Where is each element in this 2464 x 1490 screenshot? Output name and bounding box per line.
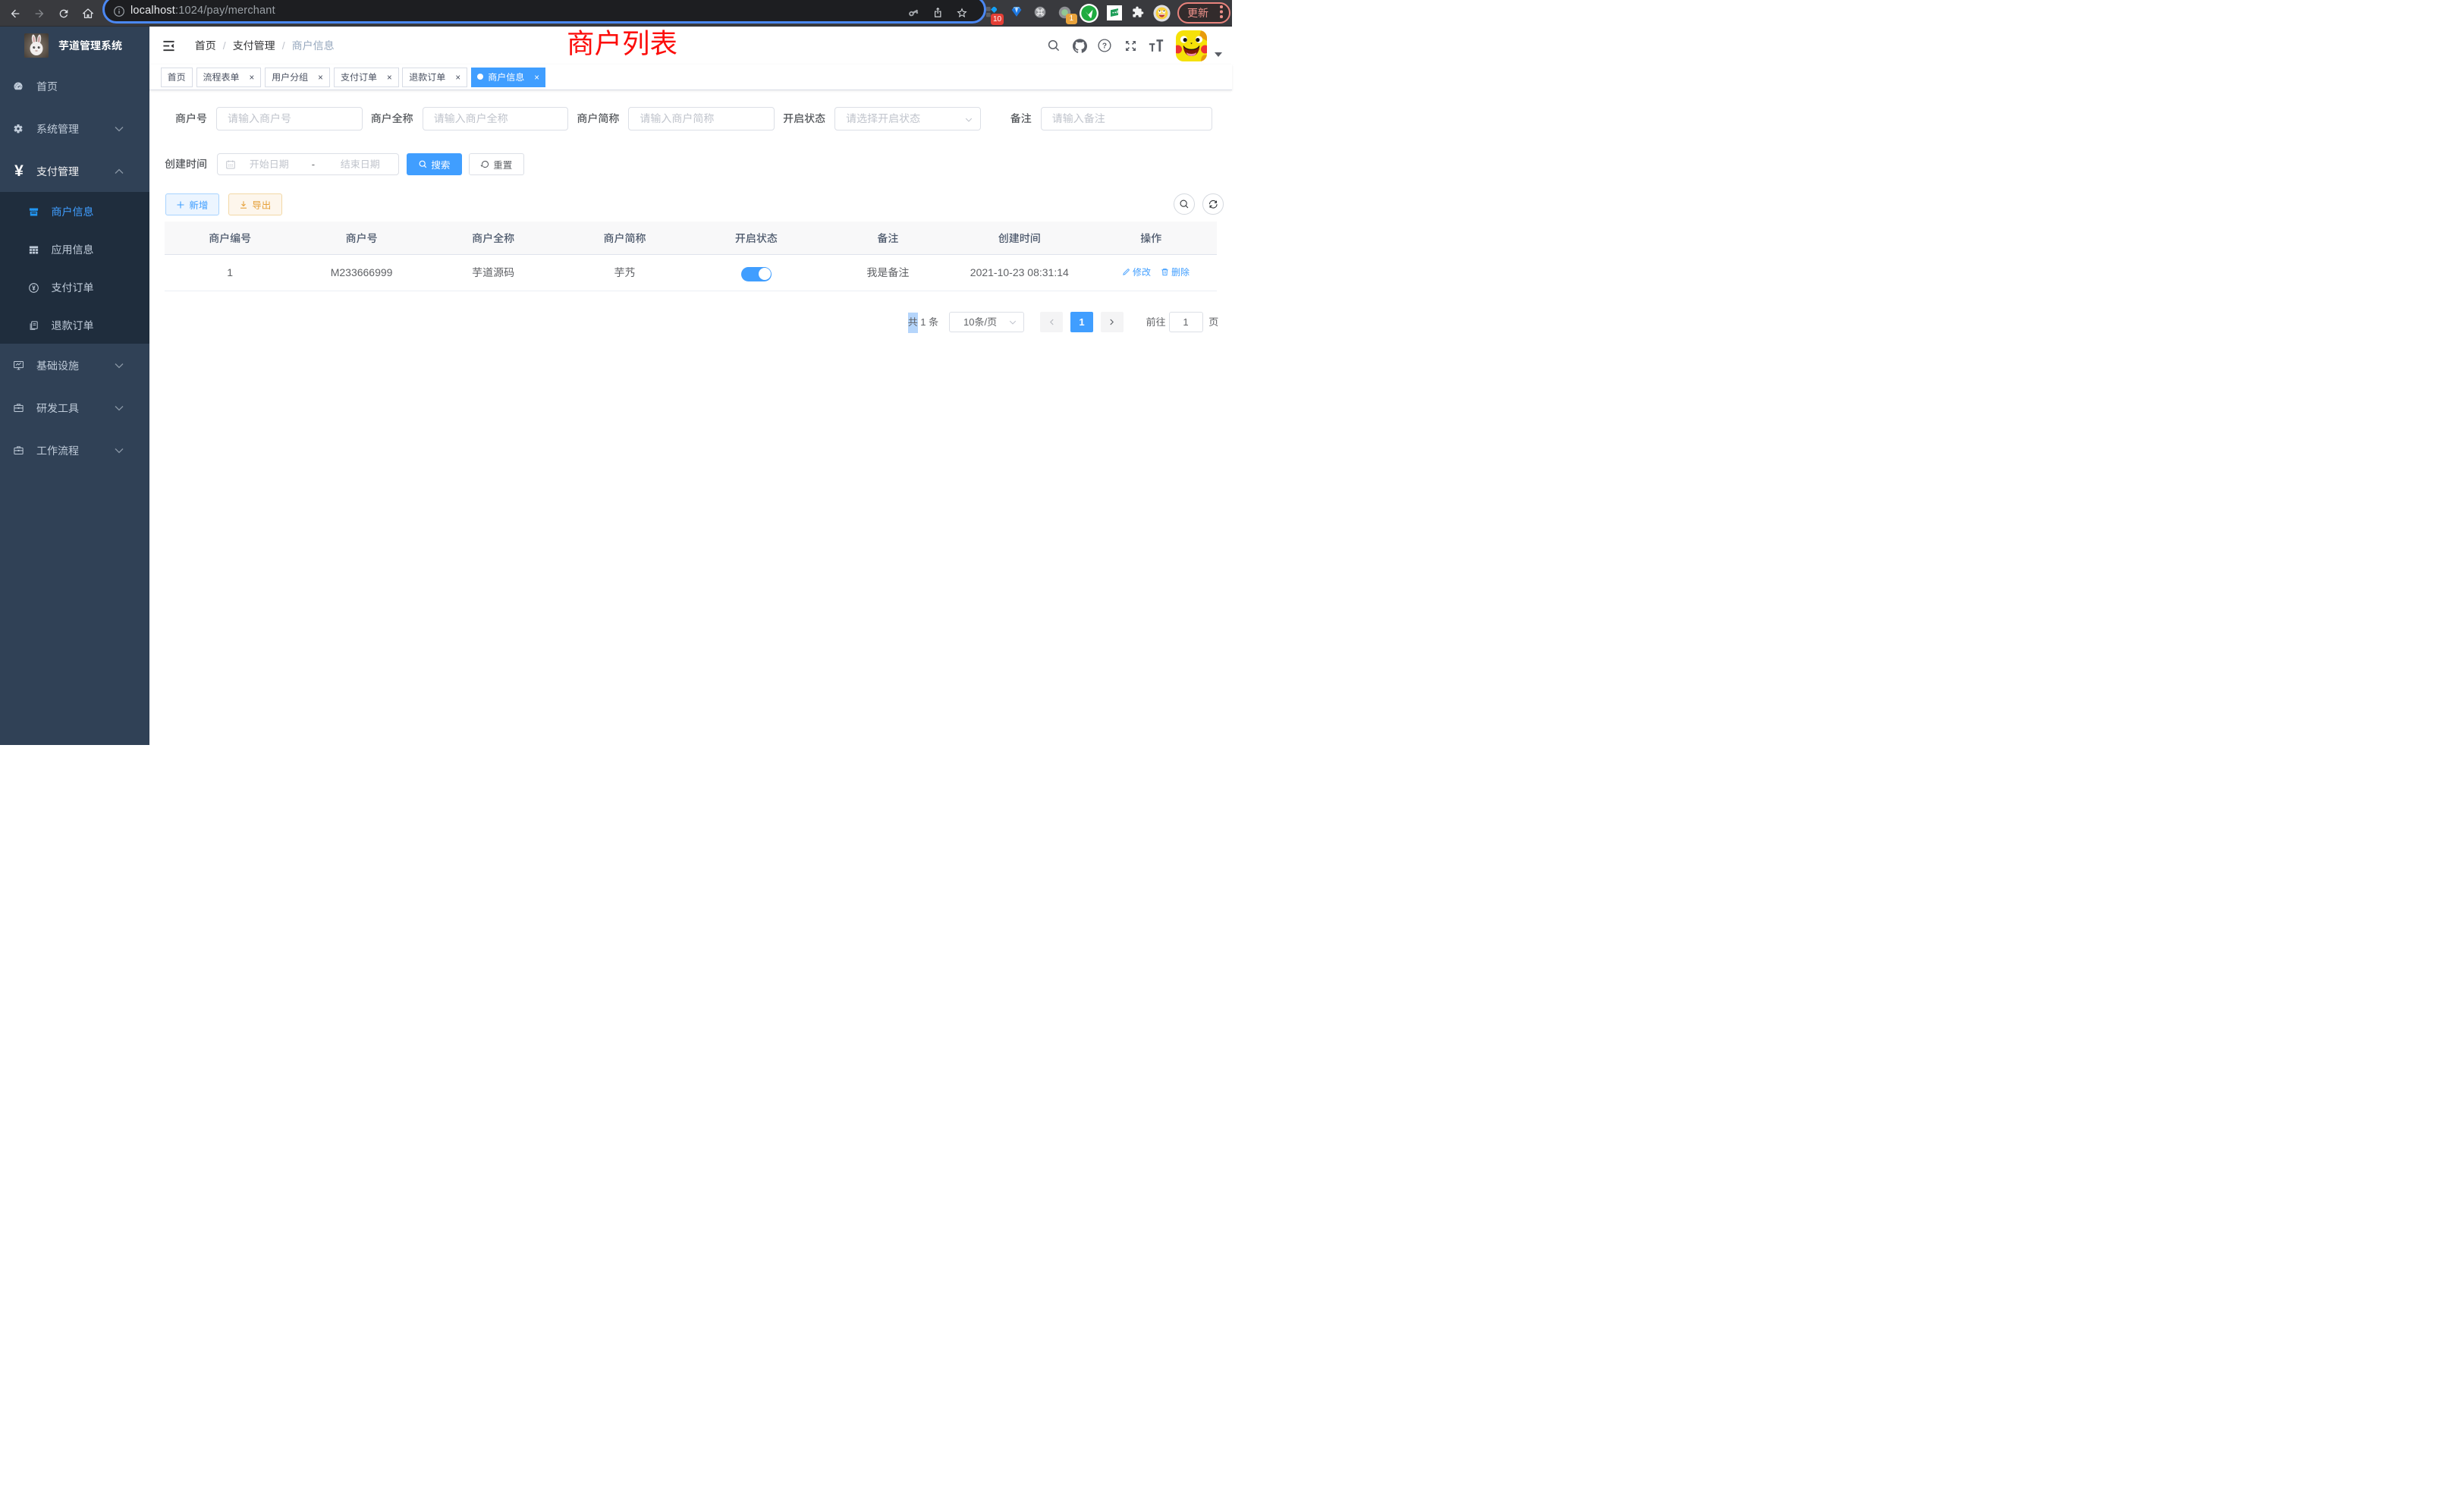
svg-text:?: ?: [1102, 42, 1107, 51]
svg-text:¥: ¥: [32, 284, 36, 291]
